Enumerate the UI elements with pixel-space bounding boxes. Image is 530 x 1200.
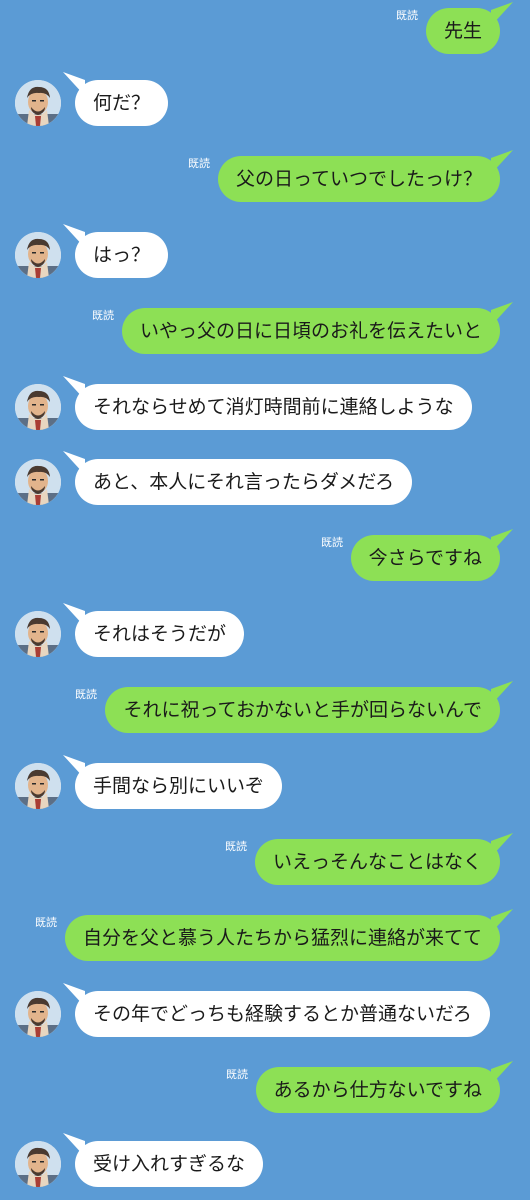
read-receipt: 既読 [75, 688, 97, 701]
read-receipt: 既読 [396, 9, 418, 22]
avatar[interactable] [15, 991, 61, 1037]
avatar[interactable] [15, 459, 61, 505]
avatar[interactable] [15, 232, 61, 278]
message-bubble[interactable]: いやっ父の日に日頃のお礼を伝えたいと [121, 308, 500, 354]
message-bubble[interactable]: 先生 [425, 8, 500, 54]
read-receipt: 既読 [226, 1068, 248, 1081]
message-bubble[interactable]: その年でどっちも経験するとか普通ないだろ [75, 991, 490, 1037]
message-bubble[interactable]: 自分を父と慕う人たちから猛烈に連絡が来てて [64, 915, 500, 961]
message-bubble[interactable]: 父の日っていつでしたっけ？ [217, 156, 500, 202]
message-bubble[interactable]: それに祝っておかないと手が回らないんで [105, 687, 500, 733]
message-bubble[interactable]: 今さらですね [350, 535, 500, 581]
chat-thread[interactable]: 先生 既読 何だ？ 父の日っていつでしたっけ？ 既読 はっ？ いやっ父の日に日頃のお礼を伝え… [0, 0, 530, 1200]
read-receipt: 既読 [188, 157, 210, 170]
message-bubble[interactable]: あと、本人にそれ言ったらダメだろ [75, 459, 413, 505]
read-receipt: 既読 [225, 840, 247, 853]
message-bubble[interactable]: 手間なら別にいいぞ [75, 763, 283, 809]
message-bubble[interactable]: それならせめて消灯時間前に連絡しような [75, 384, 472, 430]
avatar[interactable] [15, 1141, 61, 1187]
read-receipt: 既読 [321, 536, 343, 549]
message-bubble[interactable]: あるから仕方ないですね [255, 1067, 500, 1113]
avatar[interactable] [15, 80, 61, 126]
avatar[interactable] [15, 763, 61, 809]
message-bubble[interactable]: はっ？ [75, 232, 169, 278]
avatar[interactable] [15, 611, 61, 657]
read-receipt: 既読 [35, 916, 57, 929]
message-bubble[interactable]: それはそうだが [75, 611, 245, 657]
message-bubble[interactable]: 何だ？ [75, 80, 169, 126]
read-receipt: 既読 [92, 309, 114, 322]
avatar[interactable] [15, 384, 61, 430]
message-bubble[interactable]: いえっそんなことはなく [254, 839, 500, 885]
message-bubble[interactable]: 受け入れすぎるな [75, 1141, 264, 1187]
